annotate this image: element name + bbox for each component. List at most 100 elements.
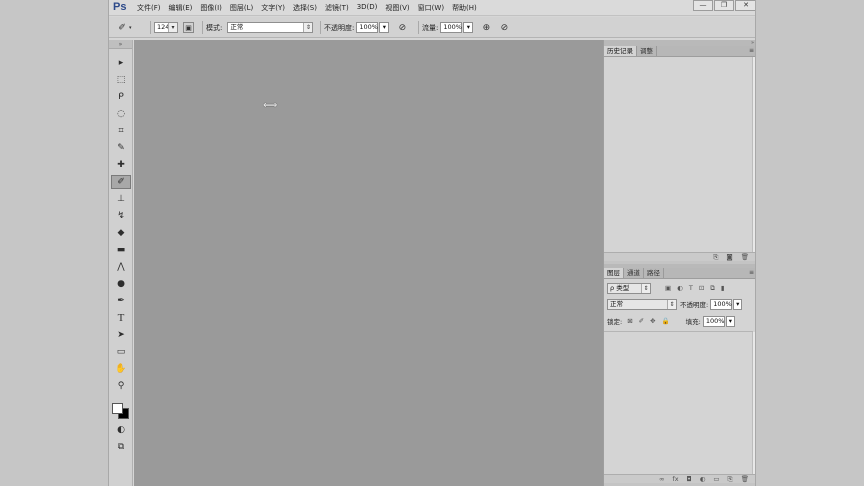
adjustment-layer-icon[interactable]: ◐ xyxy=(700,475,706,483)
layer-mask-icon[interactable]: ◘ xyxy=(687,475,692,483)
shape-tool[interactable]: ▭ xyxy=(111,345,131,359)
history-scrollbar[interactable] xyxy=(752,57,755,252)
trash-icon[interactable]: 🗑 xyxy=(741,253,749,261)
dodge-tool[interactable]: ● xyxy=(111,277,131,291)
hand-tool[interactable]: ✋ xyxy=(111,362,131,376)
chevron-down-icon: ⇕ xyxy=(641,283,650,293)
smart-object-filter-icon[interactable]: ⧉ xyxy=(710,284,715,293)
opacity-input[interactable]: 100% xyxy=(356,22,379,33)
screen-mode-icon[interactable]: ⧉ xyxy=(111,440,131,454)
eyedropper-tool[interactable]: ✎ xyxy=(111,141,131,155)
quick-mask-icon[interactable]: ◐ xyxy=(111,423,131,437)
stamp-tool[interactable]: ⊥ xyxy=(111,192,131,206)
flow-input[interactable]: 100% xyxy=(440,22,463,33)
menu-view[interactable]: 视图(V) xyxy=(385,3,409,13)
trash-icon[interactable]: 🗑 xyxy=(741,475,749,483)
lock-row: 锁定: ⊠ ✐ ✥ 🔒 填充: 100% ▾ xyxy=(607,315,735,327)
pressure-size-icon[interactable]: ⊘ xyxy=(497,21,511,34)
tab-channels[interactable]: 通道 xyxy=(624,268,644,278)
layer-opacity-dropdown[interactable]: ▾ xyxy=(733,298,743,310)
healing-tool[interactable]: ✚ xyxy=(111,158,131,172)
pixel-filter-icon[interactable]: ▣ xyxy=(665,284,671,292)
lock-label: 锁定: xyxy=(607,318,623,326)
layers-panel-footer: ∞ fx ◘ ◐ ▭ ⎘ 🗑 xyxy=(604,474,755,484)
menu-edit[interactable]: 编辑(E) xyxy=(169,3,193,13)
layers-panel-body: ρ 类型 ⇕ ▣ ◐ T ⊡ ⧉ ▮ 正常 ⇕ 不透明度: 100% ▾ 锁定:… xyxy=(604,279,755,474)
toolbox-collapse-icon[interactable]: » xyxy=(109,40,132,49)
foreground-color-swatch[interactable] xyxy=(112,403,123,414)
menu-help[interactable]: 帮助(H) xyxy=(452,3,477,13)
menu-image[interactable]: 图像(I) xyxy=(200,3,222,13)
tab-history[interactable]: 历史记录 xyxy=(604,46,637,56)
airbrush-icon[interactable]: ⊕ xyxy=(479,21,493,34)
history-brush-tool[interactable]: ↯ xyxy=(111,209,131,223)
menu-layer[interactable]: 图层(L) xyxy=(230,3,253,13)
menu-window[interactable]: 窗口(W) xyxy=(418,3,444,13)
layer-style-icon[interactable]: fx xyxy=(672,475,678,483)
tab-adjustments[interactable]: 调整 xyxy=(637,46,657,56)
fill-value: 100% xyxy=(705,316,725,325)
blur-tool[interactable]: ⋀ xyxy=(111,260,131,274)
fill-dropdown[interactable]: ▾ xyxy=(725,315,735,327)
brush-tool[interactable]: ✐ xyxy=(111,175,131,189)
layers-scrollbar[interactable] xyxy=(752,332,755,474)
panel-menu-icon[interactable]: ≡ xyxy=(749,47,754,54)
new-snapshot-icon[interactable]: ⎘ xyxy=(713,253,718,262)
layer-filter-kind[interactable]: ρ 类型 ⇕ xyxy=(607,282,651,294)
pressure-opacity-icon[interactable]: ⊘ xyxy=(395,21,409,34)
brush-preset-picker[interactable]: ✐ ▾ xyxy=(115,21,132,34)
path-select-tool[interactable]: ➤ xyxy=(111,328,131,342)
zoom-tool[interactable]: ⚲ xyxy=(111,379,131,393)
restore-button[interactable]: ❐ xyxy=(714,0,734,11)
gradient-tool[interactable]: ▬ xyxy=(111,243,131,257)
menu-file[interactable]: 文件(F) xyxy=(137,3,161,13)
fill-input[interactable]: 100% xyxy=(702,315,725,327)
move-tool[interactable]: ▸ xyxy=(111,56,131,70)
adjustment-filter-icon[interactable]: ◐ xyxy=(677,284,683,292)
eraser-tool[interactable]: ◆ xyxy=(111,226,131,240)
flow-dropdown[interactable]: ▾ xyxy=(463,22,474,33)
type-filter-icon[interactable]: T xyxy=(689,284,693,292)
lock-transparent-icon[interactable]: ⊠ xyxy=(627,317,632,325)
shape-filter-icon[interactable]: ⊡ xyxy=(699,284,704,292)
chevron-down-icon: ▾ xyxy=(736,299,740,308)
lock-pixels-icon[interactable]: ✐ xyxy=(639,317,644,325)
divider xyxy=(150,21,151,34)
blend-mode-select[interactable]: 正常 ⇕ xyxy=(607,298,677,310)
chevron-down-icon: ▾ xyxy=(129,24,132,31)
brush-size-field[interactable]: 124 ▾ xyxy=(154,22,178,33)
lock-all-icon[interactable]: 🔒 xyxy=(662,317,670,325)
lasso-tool[interactable]: ᑭ xyxy=(111,90,131,104)
document-canvas-area[interactable]: ⟺ xyxy=(134,40,603,486)
mode-label: 模式: xyxy=(206,23,223,32)
brush-panel-toggle[interactable]: ▣ xyxy=(183,21,194,34)
opacity-dropdown[interactable]: ▾ xyxy=(379,22,390,33)
left-backdrop xyxy=(0,0,108,486)
type-tool[interactable]: T xyxy=(111,311,131,325)
tab-paths[interactable]: 路径 xyxy=(644,268,664,278)
opacity-group: 不透明度: 100% ▾ ⊘ xyxy=(317,21,409,34)
crop-tool[interactable]: ⌗ xyxy=(111,124,131,138)
tab-layers[interactable]: 图层 xyxy=(604,268,624,278)
menu-filter[interactable]: 滤镜(T) xyxy=(325,3,349,13)
mode-select[interactable]: 正常 ⇕ xyxy=(227,22,314,33)
menu-items: 文件(F) 编辑(E) 图像(I) 图层(L) 文字(Y) 选择(S) 滤镜(T… xyxy=(137,3,485,13)
menu-select[interactable]: 选择(S) xyxy=(293,3,317,13)
new-group-icon[interactable]: ▭ xyxy=(713,475,719,483)
pen-tool[interactable]: ✒ xyxy=(111,294,131,308)
quick-select-tool[interactable]: ◌ xyxy=(111,107,131,121)
close-button[interactable]: ✕ xyxy=(735,0,755,11)
new-layer-icon[interactable]: ⎘ xyxy=(728,475,733,484)
filter-toggle-icon[interactable]: ▮ xyxy=(721,284,725,292)
divider xyxy=(320,21,321,34)
layer-opacity-input[interactable]: 100% xyxy=(710,298,733,310)
marquee-tool[interactable]: ⬚ xyxy=(111,73,131,87)
menu-type[interactable]: 文字(Y) xyxy=(261,3,285,13)
link-layers-icon[interactable]: ∞ xyxy=(659,475,664,483)
panel-menu-icon[interactable]: ≡ xyxy=(749,269,754,276)
lock-position-icon[interactable]: ✥ xyxy=(650,317,655,325)
history-panel-tabs: 历史记录 调整 ≡ xyxy=(604,46,755,57)
minimize-button[interactable]: — xyxy=(693,0,713,11)
camera-icon[interactable]: ◙ xyxy=(726,253,732,261)
menu-3d[interactable]: 3D(D) xyxy=(357,3,378,13)
